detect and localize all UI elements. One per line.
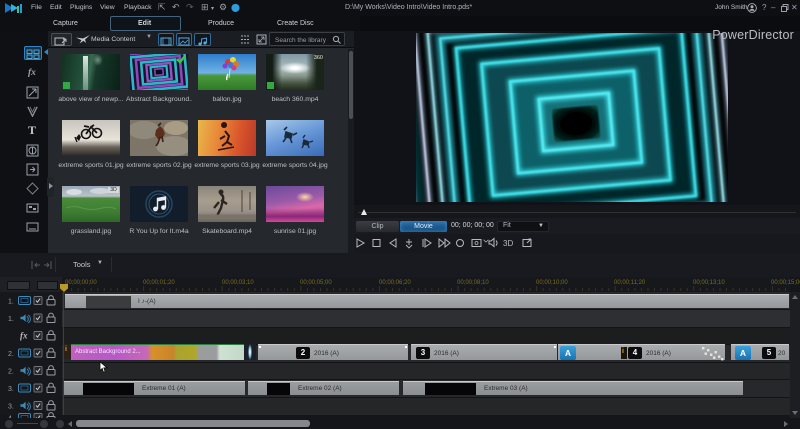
svg-text:3D: 3D	[503, 239, 513, 248]
svg-text:fx: fx	[20, 331, 28, 341]
svg-text:3.: 3.	[8, 386, 14, 393]
svg-text:1.: 1.	[8, 316, 14, 323]
svg-text:1.: 1.	[8, 299, 14, 306]
svg-text:2.: 2.	[8, 369, 14, 376]
svg-text:3.: 3.	[8, 404, 14, 411]
svg-text:2.: 2.	[8, 351, 14, 358]
